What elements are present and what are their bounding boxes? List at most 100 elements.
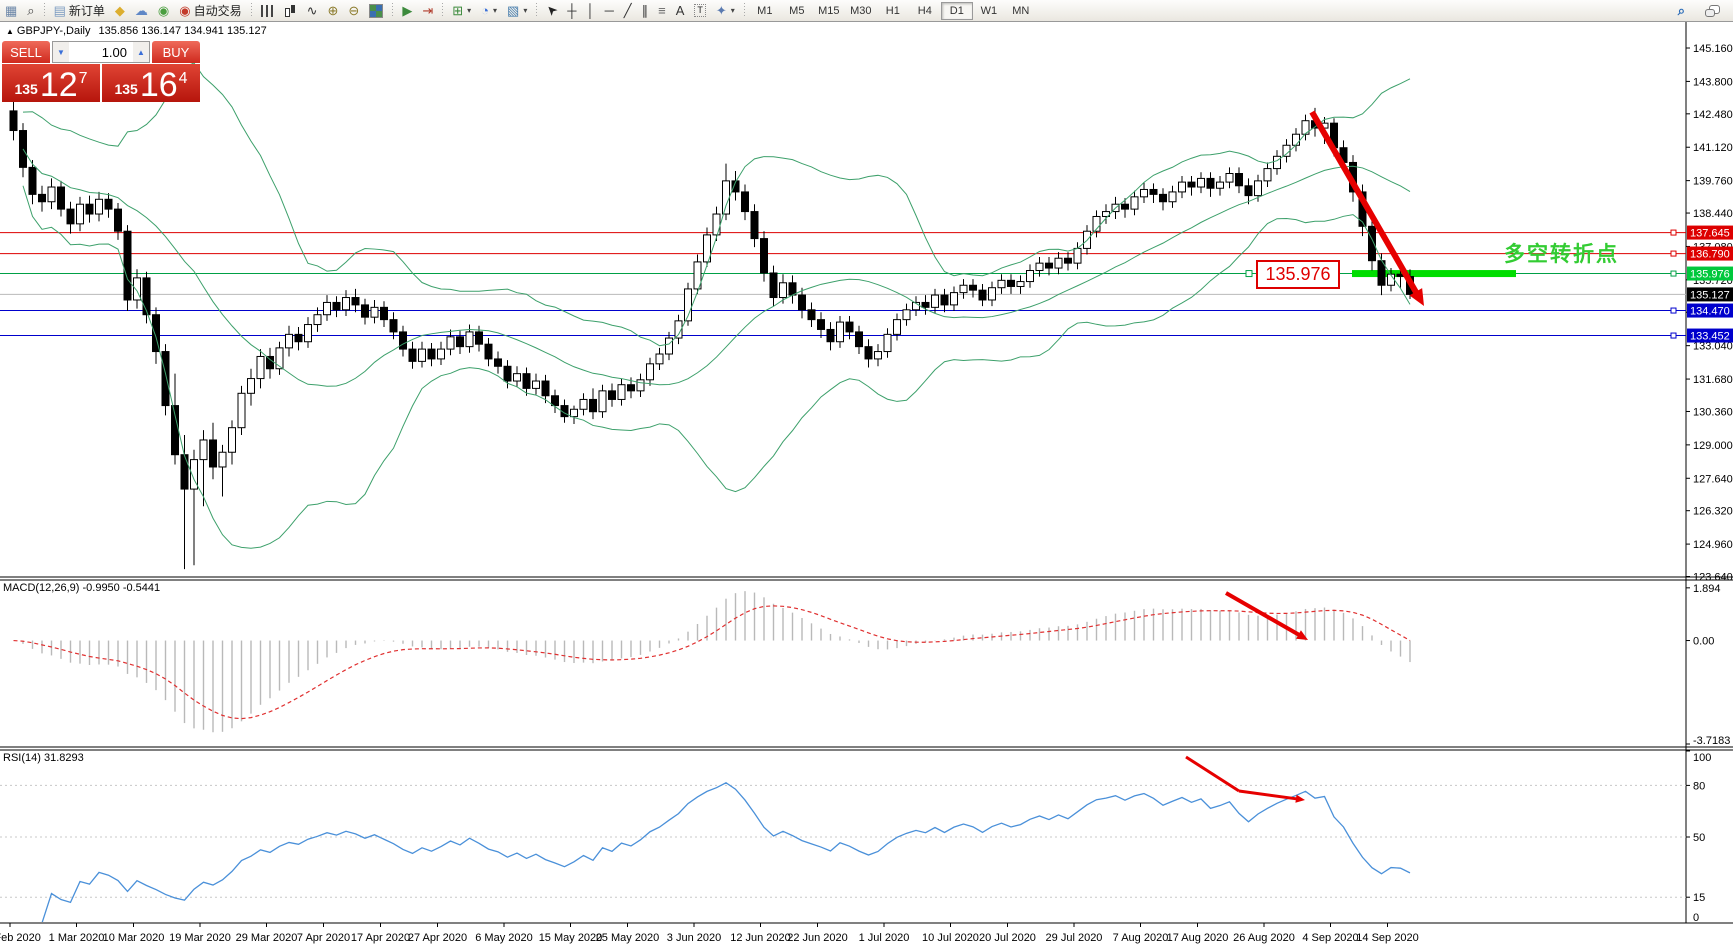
channel-icon: ∥ [642,4,649,17]
timeframe-w1-button[interactable]: W1 [973,2,1005,20]
line-handle[interactable] [1671,271,1676,276]
timeframe-m15-button[interactable]: M15 [813,2,845,20]
community-button[interactable]: ☁ [130,0,153,21]
volume-decrease-button[interactable]: ▼ [53,42,69,62]
chat-button[interactable] [1700,0,1725,21]
ask-price-prefix: 135 [114,81,137,97]
channel-button[interactable]: ∥ [637,0,654,21]
chart-shift-button[interactable]: ⇥ [417,0,438,21]
date-label: 19 Mar 2020 [169,932,231,944]
rsi-pane [0,783,1686,923]
timeframe-m5-button[interactable]: M5 [781,2,813,20]
volume-increase-button[interactable]: ▲ [133,42,149,62]
price-tick-label: 131.680 [1693,374,1733,386]
timeframe-h1-button[interactable]: H1 [877,2,909,20]
periods-icon: ◔ [481,4,489,17]
periods-button[interactable]: ◔▾ [476,0,502,21]
timeframe-m30-button[interactable]: M30 [845,2,877,20]
line-handle[interactable] [1246,271,1252,277]
toolbar-group-timeframes: M1M5M15M30H1H4D1W1MN [749,0,1037,21]
crosshair-button[interactable]: ┼ [562,0,581,21]
bid-price-prefix: 135 [14,81,37,97]
new-order-button[interactable]: ▤新订单 [49,0,110,21]
rsi-trend-segment[interactable] [1186,757,1239,791]
macd-down-arrow[interactable] [1226,593,1303,637]
bid-price-button[interactable]: 135127 [2,64,100,102]
price-tag-label: 135.127 [1690,289,1730,301]
window-button[interactable]: ▦ [0,0,22,21]
bars-chart-icon [261,5,274,17]
rsi-tick-label: 0 [1693,912,1699,924]
date-label: 7 Apr 2020 [297,932,350,944]
toolbar-group-chart-type: ∿⊕ ⊖ [256,0,389,21]
chart-canvas[interactable]: 145.160143.800142.480141.120139.760138.4… [0,0,1733,946]
line-handle[interactable] [1671,308,1676,313]
metaeditor-button[interactable]: ◆ [110,0,130,21]
auto-scroll-button[interactable]: ▶ [397,0,417,21]
trendline-button[interactable]: ╱ [619,0,637,21]
date-label: 7 Aug 2020 [1113,932,1169,944]
line-handle[interactable] [1671,230,1676,235]
toolbar-group-scroll: ▶⇥ [397,0,438,21]
timeframe-m1-button[interactable]: M1 [749,2,781,20]
shapes-button[interactable]: ✦▾ [711,0,740,21]
text-label-button[interactable]: T [689,0,711,21]
symbol-arrow-icon: ▲ [6,27,14,36]
search-button[interactable]: ⌕ [1673,0,1690,21]
macd-tick-label: 0.00 [1693,636,1714,648]
zoom-out-button[interactable]: ⊖ [343,0,364,21]
triangle-up-icon: ▲ [137,48,145,57]
line-handle[interactable] [1671,333,1676,338]
autotrading-button[interactable]: ◉自动交易 [174,0,246,21]
hline-button[interactable]: ─ [600,0,619,21]
toolbar-grip [440,3,445,18]
price-tick-label: 123.640 [1693,572,1733,584]
ohlc-values: 135.856 136.147 134.941 135.127 [98,25,266,37]
price-callout-label[interactable]: 135.976 [1256,260,1340,289]
candles [10,100,1414,569]
rsi-down-arrow[interactable] [1239,791,1300,799]
volume-value[interactable]: 1.00 [69,42,133,62]
vline-button[interactable]: │ [581,0,599,21]
tile-windows-button[interactable] [364,0,388,21]
timeframe-h4-button[interactable]: H4 [909,2,941,20]
timeframe-mn-button[interactable]: MN [1005,2,1037,20]
text-button[interactable]: A [671,0,690,21]
date-label: 1 Jul 2020 [859,932,910,944]
candles-chart-button[interactable] [279,0,302,21]
chart-preview-button[interactable]: ⌕ [22,0,39,21]
rsi-tick-label: 100 [1693,752,1711,764]
timeframe-d1-button[interactable]: D1 [941,2,973,20]
toolbar-group-panels: ▦⌕ [0,0,40,21]
price-tick-label: 141.120 [1693,142,1733,154]
bars-chart-button[interactable] [256,0,279,21]
buy-button[interactable]: BUY [152,41,200,63]
indicators-button[interactable]: ⊞▾ [447,0,476,21]
zoom-out-icon: ⊖ [348,4,359,17]
bollinger-bands [23,63,1410,548]
cursor-icon: ➤ [543,2,560,19]
community-icon: ☁ [135,4,148,17]
symbol-period-label: GBPJPY-,Daily [17,25,91,37]
price-tick-label: 138.440 [1693,208,1733,220]
ask-price-pip: 4 [179,70,188,88]
price-tag-label: 133.452 [1690,331,1730,343]
support-trend-bar[interactable] [1352,270,1516,277]
ask-price-button[interactable]: 135164 [102,64,200,102]
rsi-label: RSI(14) 31.8293 [3,752,84,764]
turning-point-annotation[interactable]: 多空转折点 [1504,238,1619,268]
sell-button[interactable]: SELL [2,41,50,63]
line-handle[interactable] [1671,251,1676,256]
date-label: 3 Jun 2020 [667,932,721,944]
toolbar-grip [534,3,539,18]
zoom-in-button[interactable]: ⊕ [323,0,344,21]
date-label: 4 Sep 2020 [1302,932,1358,944]
signals-button[interactable]: ◉ [153,0,174,21]
fibonacci-button[interactable]: ≡ [653,0,671,21]
line-chart-button[interactable]: ∿ [302,0,323,21]
cursor-button[interactable]: ➤ [541,0,562,21]
main-toolbar: ▦⌕▤新订单◆☁◉◉自动交易∿⊕⊖▶⇥⊞▾◔▾▧▾➤┼│─╱∥≡AT✦▾M1M5… [0,0,1733,22]
trendline-icon: ╱ [624,4,632,17]
window-icon: ▦ [5,4,17,17]
templates-button[interactable]: ▧▾ [502,0,532,21]
